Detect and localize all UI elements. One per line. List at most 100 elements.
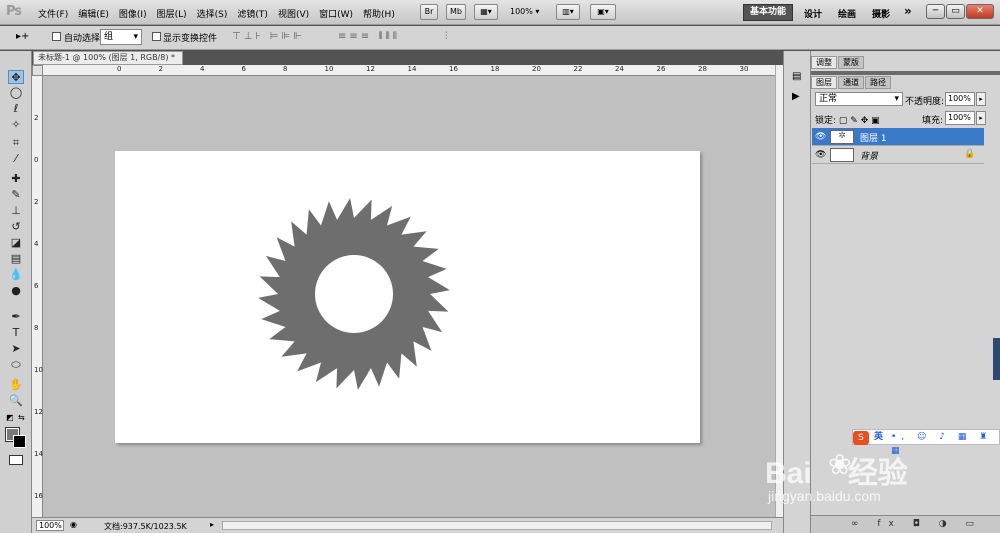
ruler-tick-label: 0 <box>117 65 122 73</box>
show-transform-checkbox[interactable] <box>152 32 161 41</box>
workspace-design[interactable]: 设计 <box>804 7 822 20</box>
view-extras-button[interactable]: ▦▾ <box>474 4 498 20</box>
zoom-level-dropdown[interactable]: 100% ▾ <box>510 7 539 16</box>
visibility-eye-icon[interactable]: 👁 <box>815 132 826 142</box>
status-info-icon[interactable]: ◉ <box>70 520 77 529</box>
layer-row[interactable]: 👁 背景 🔒 <box>812 146 984 164</box>
ruler-tick-label: 22 <box>573 65 583 73</box>
tab-channels[interactable]: 通道 <box>838 76 864 89</box>
bridge-button[interactable]: Br <box>420 4 438 20</box>
clone-stamp-tool-icon[interactable]: ⊥ <box>8 204 24 218</box>
layers-panel-footer[interactable]: ∞ fx ◘ ◑ ▭ ▣ 🗑 <box>811 515 1000 533</box>
opacity-input[interactable]: 100% <box>945 92 975 106</box>
default-colors-icon[interactable]: ◩ <box>6 413 14 422</box>
opacity-label: 不透明度: <box>905 97 945 107</box>
horizontal-ruler: 0 2 4 6 8 10 12 14 16 18 20 22 24 26 28 30 <box>43 65 783 76</box>
gradient-tool-icon[interactable]: ▤ <box>8 252 24 266</box>
status-menu-icon[interactable]: ▸ <box>210 520 214 529</box>
move-tool-preset-icon[interactable]: ▸+ <box>16 31 29 42</box>
quick-mask-icon[interactable] <box>9 455 23 465</box>
eyedropper-tool-icon[interactable]: ⁄ <box>8 152 24 166</box>
saw-blade-shape[interactable] <box>256 196 452 392</box>
crop-tool-icon[interactable]: ⌗ <box>8 136 24 150</box>
auto-align-icon[interactable]: ⫶ <box>445 31 451 42</box>
tab-layers[interactable]: 图层 <box>811 76 837 89</box>
lock-row: 锁定: ▢ ✎ ✥ ▣ <box>815 113 880 126</box>
menu-edit[interactable]: 编辑(E) <box>78 7 109 20</box>
tab-masks[interactable]: 蒙版 <box>838 56 864 69</box>
auto-select-dropdown[interactable]: 组 ▾ <box>100 29 142 45</box>
lasso-tool-icon[interactable]: ℓ <box>8 102 24 116</box>
ruler-tick-label: 28 <box>698 65 707 73</box>
eraser-tool-icon[interactable]: ◪ <box>8 236 24 250</box>
menu-layer[interactable]: 图层(L) <box>157 7 187 20</box>
hand-tool-icon[interactable]: ✋ <box>8 378 24 392</box>
menu-file[interactable]: 文件(F) <box>38 7 68 20</box>
brush-tool-icon[interactable]: ✎ <box>8 188 24 202</box>
history-brush-tool-icon[interactable]: ↺ <box>8 220 24 234</box>
workspace-photography[interactable]: 摄影 <box>872 7 890 20</box>
document-tab-title: 未标题-1 @ 100% (图层 1, RGB/8) * <box>38 53 176 62</box>
fill-input[interactable]: 100% <box>945 111 975 125</box>
auto-select-checkbox[interactable] <box>52 32 61 41</box>
blend-mode-dropdown[interactable]: 正常 ▾ <box>815 92 903 106</box>
menu-help[interactable]: 帮助(H) <box>363 7 395 20</box>
fill-slider-arrow-icon[interactable]: ▸ <box>976 111 986 125</box>
minimize-button[interactable]: ─ <box>926 4 945 19</box>
ruler-tick-label: 10 <box>34 366 43 374</box>
tab-adjustments[interactable]: 调整 <box>811 56 837 69</box>
actions-panel-icon[interactable]: ▶ <box>792 91 800 102</box>
history-panel-icon[interactable]: ▤ <box>792 71 801 82</box>
visibility-eye-icon[interactable]: 👁 <box>815 150 826 160</box>
workspace-more-icon[interactable]: » <box>904 4 912 18</box>
marquee-tool-icon[interactable]: ◯ <box>8 86 24 100</box>
ruler-tick-label: 14 <box>407 65 417 73</box>
panel-divider <box>811 71 1000 75</box>
type-tool-icon[interactable]: T <box>8 326 24 340</box>
canvas-area[interactable] <box>43 76 783 517</box>
lock-options-icons[interactable]: ▢ ✎ ✥ ▣ <box>839 116 880 126</box>
workspace-painting[interactable]: 绘画 <box>838 7 856 20</box>
auto-select-value: 组 <box>104 32 114 42</box>
background-color-swatch[interactable] <box>13 435 26 448</box>
zoom-tool-icon[interactable]: 🔍 <box>8 394 24 408</box>
workspace-essentials[interactable]: 基本功能 <box>743 4 793 21</box>
menu-image[interactable]: 图像(I) <box>119 7 147 20</box>
close-button[interactable]: ✕ <box>966 4 994 19</box>
path-select-tool-icon[interactable]: ➤ <box>8 342 24 356</box>
ruler-tick-label: 26 <box>656 65 666 73</box>
layer-row[interactable]: 👁 ✲ 图层 1 <box>812 128 984 146</box>
swap-colors-icon[interactable]: ⇆ <box>18 413 25 422</box>
opacity-slider-arrow-icon[interactable]: ▸ <box>976 92 986 106</box>
distribute-buttons[interactable]: ≡≡≡ ⫴⫴⫴ <box>338 31 400 42</box>
blur-tool-icon[interactable]: 💧 <box>8 268 24 282</box>
menu-select[interactable]: 选择(S) <box>197 7 228 20</box>
chevron-down-icon: ▾ <box>133 32 138 42</box>
ruler-tick-label: 16 <box>34 492 43 500</box>
horizontal-scrollbar[interactable] <box>222 521 772 530</box>
status-zoom-field[interactable]: 100% <box>36 520 64 531</box>
sogou-logo-icon[interactable]: S <box>853 431 869 445</box>
document-canvas[interactable] <box>115 151 700 443</box>
healing-brush-tool-icon[interactable]: ✚ <box>8 172 24 186</box>
restore-button[interactable]: ▭ <box>946 4 965 19</box>
menu-window[interactable]: 窗口(W) <box>319 7 353 20</box>
show-transform-label: 显示变换控件 <box>163 34 218 44</box>
ruler-origin[interactable] <box>32 65 43 76</box>
tab-paths[interactable]: 路径 <box>865 76 891 89</box>
shape-tool-icon[interactable]: ⬭ <box>8 358 24 372</box>
ime-language-toggle[interactable]: 英 <box>874 430 883 444</box>
menu-filter[interactable]: 滤镜(T) <box>237 7 268 20</box>
pen-tool-icon[interactable]: ✒ <box>8 310 24 324</box>
lock-label: 锁定: <box>815 116 837 126</box>
arrange-documents-button[interactable]: ▥▾ <box>556 4 580 20</box>
menu-view[interactable]: 视图(V) <box>278 7 309 20</box>
document-tab[interactable]: 未标题-1 @ 100% (图层 1, RGB/8) * × <box>33 51 183 74</box>
side-widget[interactable] <box>993 338 1000 380</box>
move-tool-icon[interactable]: ✥ <box>8 70 24 84</box>
screen-mode-button[interactable]: ▣▾ <box>590 4 616 20</box>
align-buttons[interactable]: ⊤⊥⊦ ⊨⊫⊩ <box>232 31 305 42</box>
dodge-tool-icon[interactable]: ● <box>8 284 24 298</box>
quick-select-tool-icon[interactable]: ✧ <box>8 118 24 132</box>
mini-bridge-button[interactable]: Mb <box>446 4 466 20</box>
